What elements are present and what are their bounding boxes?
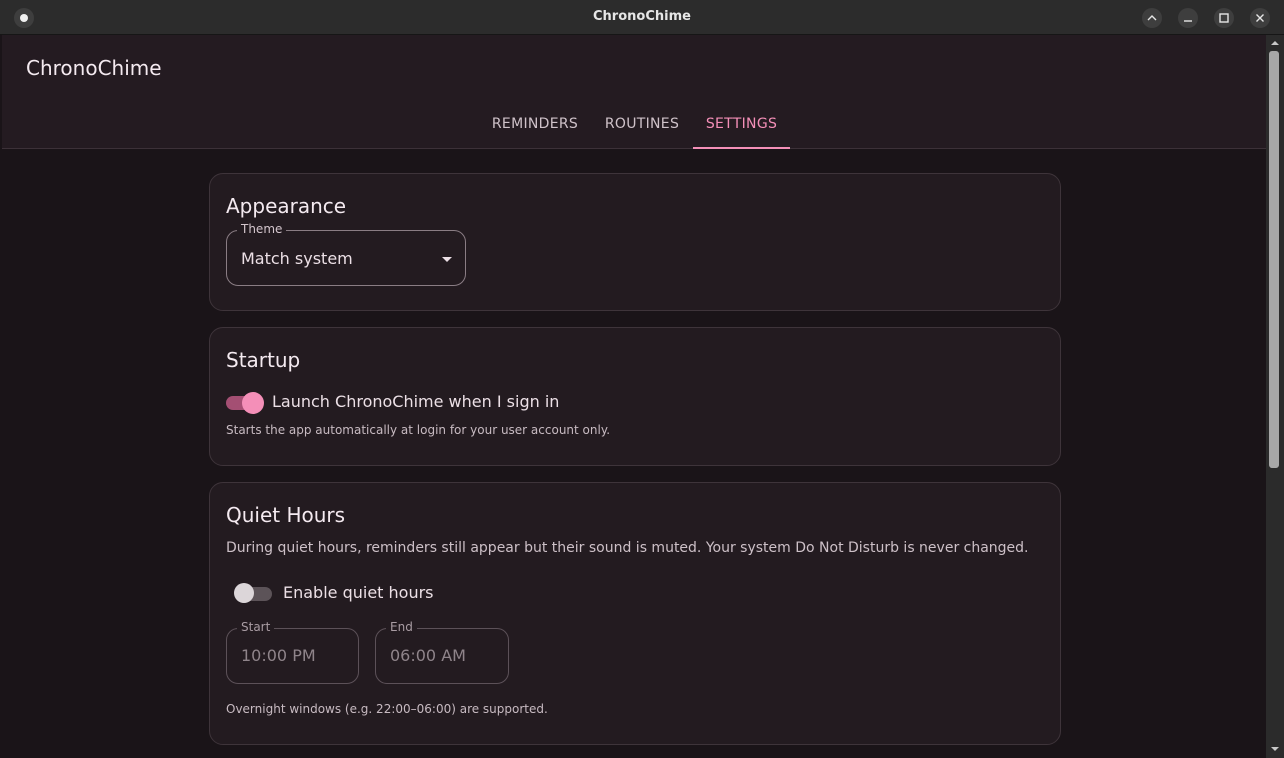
quiet-hours-toggle[interactable]	[234, 581, 274, 605]
app-title: ChronoChime	[26, 56, 162, 80]
theme-label: Theme	[237, 222, 287, 236]
quiet-hours-card: Quiet Hours During quiet hours, reminder…	[209, 482, 1061, 745]
toggle-thumb	[242, 392, 264, 414]
quiet-hours-description: During quiet hours, reminders still appe…	[226, 540, 1029, 556]
quiet-hours-start-field[interactable]: Start 10:00 PM	[226, 620, 359, 684]
scroll-up-icon[interactable]	[1269, 37, 1281, 49]
end-label: End	[386, 620, 417, 634]
vertical-scrollbar[interactable]	[1266, 35, 1284, 758]
quiet-hours-toggle-label: Enable quiet hours	[283, 583, 434, 602]
window-title: ChronoChime	[593, 9, 691, 24]
app-header: ChronoChime REMINDERS ROUTINES SETTINGS	[2, 35, 1266, 149]
start-label: Start	[237, 620, 275, 634]
quiet-hours-end-field[interactable]: End 06:00 AM	[375, 620, 509, 684]
appearance-card: Appearance Theme Match system	[209, 173, 1061, 311]
settings-content: Appearance Theme Match system Startup La…	[2, 150, 1266, 756]
close-icon[interactable]	[1250, 8, 1270, 28]
theme-select[interactable]: Theme Match system	[226, 222, 466, 286]
dropdown-arrow-icon	[442, 257, 452, 262]
tab-settings[interactable]: SETTINGS	[693, 101, 790, 149]
quiet-hours-heading: Quiet Hours	[226, 503, 346, 527]
tab-reminders[interactable]: REMINDERS	[479, 101, 591, 149]
window-titlebar: ChronoChime	[0, 0, 1284, 35]
launch-on-signin-label: Launch ChronoChime when I sign in	[272, 392, 560, 411]
tab-routines[interactable]: ROUTINES	[591, 101, 693, 149]
startup-heading: Startup	[226, 348, 301, 372]
startup-card: Startup Launch ChronoChime when I sign i…	[209, 327, 1061, 466]
launch-on-signin-hint: Starts the app automatically at login fo…	[226, 423, 611, 437]
maximize-icon[interactable]	[1214, 8, 1234, 28]
launch-on-signin-toggle[interactable]	[226, 390, 264, 414]
quiet-hours-hint: Overnight windows (e.g. 22:00–06:00) are…	[226, 702, 548, 716]
theme-value: Match system	[241, 249, 353, 268]
scrollbar-thumb[interactable]	[1269, 51, 1279, 468]
minimize-icon[interactable]	[1178, 8, 1198, 28]
tab-bar: REMINDERS ROUTINES SETTINGS	[2, 101, 1266, 149]
start-value: 10:00 PM	[241, 646, 316, 665]
scroll-down-icon[interactable]	[1269, 743, 1281, 755]
chevron-up-icon[interactable]	[1142, 8, 1162, 28]
toggle-thumb	[234, 583, 254, 603]
appearance-heading: Appearance	[226, 194, 347, 218]
end-value: 06:00 AM	[390, 646, 466, 665]
